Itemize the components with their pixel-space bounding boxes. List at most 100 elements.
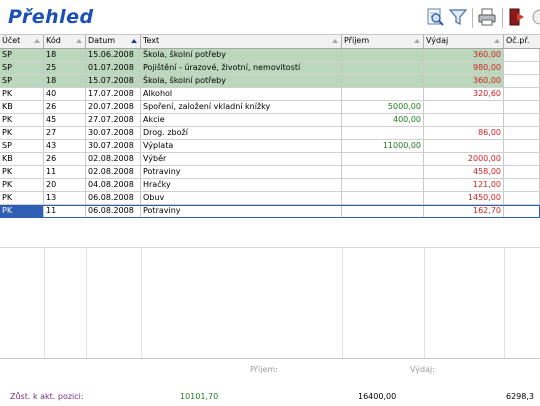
column-header-text[interactable]: Text: [141, 35, 342, 48]
table-row[interactable]: PK 11 02.08.2008 Potraviny 458,00: [0, 166, 540, 179]
cell-ucet: PK: [0, 166, 44, 178]
cell-oc: [504, 101, 540, 113]
table-row[interactable]: PK 45 27.07.2008 Akcie 400,00: [0, 114, 540, 127]
cell-kod: 11: [44, 205, 86, 217]
cell-oc: [504, 62, 540, 74]
cell-oc: [504, 114, 540, 126]
cell-datum: 02.08.2008: [86, 166, 141, 178]
grid-line: [342, 248, 343, 359]
cell-text: Škola, školní potřeby: [141, 75, 342, 87]
column-label: Kód: [46, 36, 61, 45]
balance-label: Zůst. k akt. pozici:: [10, 392, 84, 401]
column-header-kod[interactable]: Kód: [44, 35, 86, 48]
toolbar-divider: [502, 8, 503, 28]
help-icon: [532, 9, 540, 25]
cell-oc: [504, 205, 540, 217]
table-row[interactable]: PK 13 06.08.2008 Obuv 1450,00: [0, 192, 540, 205]
table-row[interactable]: PK 20 04.08.2008 Hračky 121,00: [0, 179, 540, 192]
cell-prijem: [342, 179, 424, 191]
summary-bar: Příjem: Výdaj: Zůst. k akt. pozici: 1010…: [0, 358, 540, 406]
column-label: Výdaj: [426, 36, 449, 45]
table-row[interactable]: PK 27 30.07.2008 Drog. zboží 86,00: [0, 127, 540, 140]
balance-value: 10101,70: [180, 392, 219, 401]
cell-vydaj: 980,00: [424, 62, 504, 74]
cell-vydaj: 360,00: [424, 49, 504, 61]
column-header-datum[interactable]: Datum: [86, 35, 141, 48]
cell-vydaj: [424, 101, 504, 113]
column-header-prijem[interactable]: Příjem: [342, 35, 424, 48]
cell-text: Akcie: [141, 114, 342, 126]
table-row[interactable]: SP 25 01.07.2008 Pojištění - úrazové, ži…: [0, 62, 540, 75]
cell-ucet: PK: [0, 88, 44, 100]
grid-line: [44, 248, 45, 359]
table-row[interactable]: SP 18 15.07.2008 Škola, školní potřeby 3…: [0, 75, 540, 88]
print-button[interactable]: [476, 6, 498, 28]
cell-oc: [504, 192, 540, 204]
cell-text: Obuv: [141, 192, 342, 204]
cell-datum: 01.07.2008: [86, 62, 141, 74]
table-row[interactable]: KB 26 02.08.2008 Výběr 2000,00: [0, 153, 540, 166]
preview-button[interactable]: [424, 6, 446, 28]
cell-kod: 11: [44, 166, 86, 178]
cell-text: Výběr: [141, 153, 342, 165]
cell-prijem: [342, 62, 424, 74]
header-bar: Přehled: [0, 0, 540, 34]
cell-text: Potraviny: [141, 205, 342, 217]
column-label: Příjem: [344, 36, 370, 45]
cell-kod: 26: [44, 153, 86, 165]
sort-arrow-icon: [332, 39, 338, 43]
cell-datum: 17.07.2008: [86, 88, 141, 100]
cell-kod: 18: [44, 75, 86, 87]
expense-label: Výdaj:: [410, 365, 435, 374]
cell-prijem: 400,00: [342, 114, 424, 126]
help-button[interactable]: [530, 6, 540, 28]
cell-text: Škola, školní potřeby: [141, 49, 342, 61]
column-header-row: Účet Kód Datum Text Příjem Výdaj Oč.př.: [0, 34, 540, 49]
cell-prijem: [342, 75, 424, 87]
grid-line: [504, 248, 505, 359]
column-label: Účet: [2, 36, 21, 45]
cell-prijem: [342, 49, 424, 61]
table-row[interactable]: KB 26 20.07.2008 Spoření, založení vklad…: [0, 101, 540, 114]
cell-oc: [504, 153, 540, 165]
grid-line: [424, 248, 425, 359]
cell-datum: 30.07.2008: [86, 127, 141, 139]
table-row[interactable]: SP 18 15.06.2008 Škola, školní potřeby 3…: [0, 49, 540, 62]
filter-icon: [448, 9, 468, 25]
column-label: Text: [143, 36, 160, 45]
cell-prijem: 11000,00: [342, 140, 424, 152]
cell-vydaj: 320,60: [424, 88, 504, 100]
cell-vydaj: 162,70: [424, 205, 504, 217]
exit-button[interactable]: [506, 6, 528, 28]
cell-ucet: PK: [0, 114, 44, 126]
cell-datum: 02.08.2008: [86, 153, 141, 165]
table-row[interactable]: PK 40 17.07.2008 Alkohol 320,60: [0, 88, 540, 101]
grid-line: [86, 248, 87, 359]
cell-text: Pojištění - úrazové, životní, nemovitost…: [141, 62, 342, 74]
cell-kod: 18: [44, 49, 86, 61]
table-row-selected[interactable]: PK 11 06.08.2008 Potraviny 162,70: [0, 205, 540, 218]
filter-button[interactable]: [447, 6, 469, 28]
column-header-vydaj[interactable]: Výdaj: [424, 35, 504, 48]
cell-prijem: 5000,00: [342, 101, 424, 113]
sort-arrow-icon: [414, 39, 420, 43]
cell-ucet: SP: [0, 49, 44, 61]
column-header-oc[interactable]: Oč.př.: [504, 35, 540, 48]
cell-oc: [504, 166, 540, 178]
column-header-ucet[interactable]: Účet: [0, 35, 44, 48]
cell-text: Hračky: [141, 179, 342, 191]
income-label: Příjem:: [250, 365, 278, 374]
cell-ucet: PK: [0, 205, 44, 217]
cell-vydaj: 86,00: [424, 127, 504, 139]
cell-ucet: SP: [0, 140, 44, 152]
cell-kod: 43: [44, 140, 86, 152]
cell-vydaj: 1450,00: [424, 192, 504, 204]
cell-ucet: PK: [0, 179, 44, 191]
cell-kod: 26: [44, 101, 86, 113]
cell-kod: 13: [44, 192, 86, 204]
grid-empty-area[interactable]: [0, 247, 540, 359]
table-row[interactable]: SP 43 30.07.2008 Výplata 11000,00: [0, 140, 540, 153]
preview-icon: [427, 8, 444, 26]
cell-oc: [504, 75, 540, 87]
cell-prijem: [342, 153, 424, 165]
